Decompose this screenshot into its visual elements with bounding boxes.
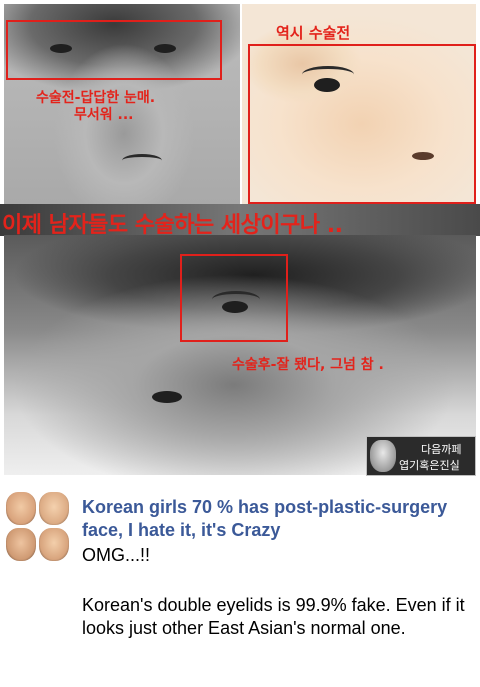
post-text-paragraph: Korean's double eyelids is 99.9% fake. E… (82, 595, 465, 638)
meme-caption: 이제 남자들도 수술하는 세상이구나 .. (2, 213, 343, 238)
label-before-line2: 무서워 ... (74, 107, 134, 123)
thumbnail-face-4 (39, 528, 69, 561)
post: Korean girls 70 % has post-plastic-surge… (0, 478, 480, 687)
after-eye-2 (152, 391, 182, 403)
red-box-before-eyes (6, 20, 222, 80)
post-text-line1: OMG...!! (82, 545, 151, 565)
watermark-face-icon (370, 440, 396, 472)
watermark-line1: 다음까페 (421, 443, 462, 456)
label-before-surgery: 수술전-답답한 눈매. 무서워 ... (36, 90, 155, 124)
meme-image: 역시 수술전 수술전-답답한 눈매. 무서워 ... 이제 남자들도 수술하는 … (0, 0, 480, 478)
watermark-logo: 다음까페 엽기혹은진실 (366, 436, 476, 476)
label-before-line1: 수술전-답답한 눈매. (36, 90, 156, 106)
label-after-surgery: 수술후-잘 됐다, 그넘 참 . (232, 357, 384, 373)
mouth-shape (122, 154, 162, 167)
thumbnail-face-2 (39, 492, 69, 525)
red-box-after-eye (180, 254, 288, 342)
red-box-closeup (248, 44, 476, 204)
thumbnail-face-3 (6, 528, 36, 561)
watermark-line2: 엽기혹은진실 (399, 459, 460, 472)
thumbnail-face-1 (6, 492, 36, 525)
post-title-link[interactable]: Korean girls 70 % has post-plastic-surge… (82, 496, 472, 542)
post-thumbnail[interactable] (6, 492, 70, 562)
label-top-right: 역시 수술전 (276, 24, 351, 42)
